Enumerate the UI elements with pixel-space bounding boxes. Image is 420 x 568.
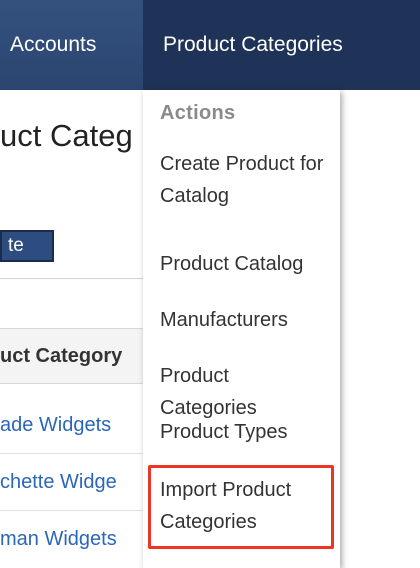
menu-item-create-product-for-catalog[interactable]: Create Product for Catalog [160,148,330,212]
menu-item-product-catalog[interactable]: Product Catalog [160,248,330,280]
divider [0,278,150,279]
highlight-box [148,465,334,549]
table-row-link[interactable]: ade Widgets [0,397,150,454]
nav-tab-accounts[interactable]: Accounts [0,0,140,90]
page-title: uct Categ [0,118,133,153]
table-row-link[interactable]: chette Widge [0,454,150,511]
table-row-link[interactable]: man Widgets [0,511,150,568]
menu-item-product-categories[interactable]: Product Categories [160,360,330,424]
column-header-product-category[interactable]: uct Category [0,328,150,384]
top-navigation-bar: Accounts Product Categories [0,0,420,90]
menu-item-product-types[interactable]: Product Types [160,416,330,448]
nav-tab-product-categories[interactable]: Product Categories [143,0,420,90]
create-button[interactable]: te [0,230,54,262]
menu-item-manufacturers[interactable]: Manufacturers [160,304,330,336]
menu-section-header-actions: Actions [160,102,236,124]
